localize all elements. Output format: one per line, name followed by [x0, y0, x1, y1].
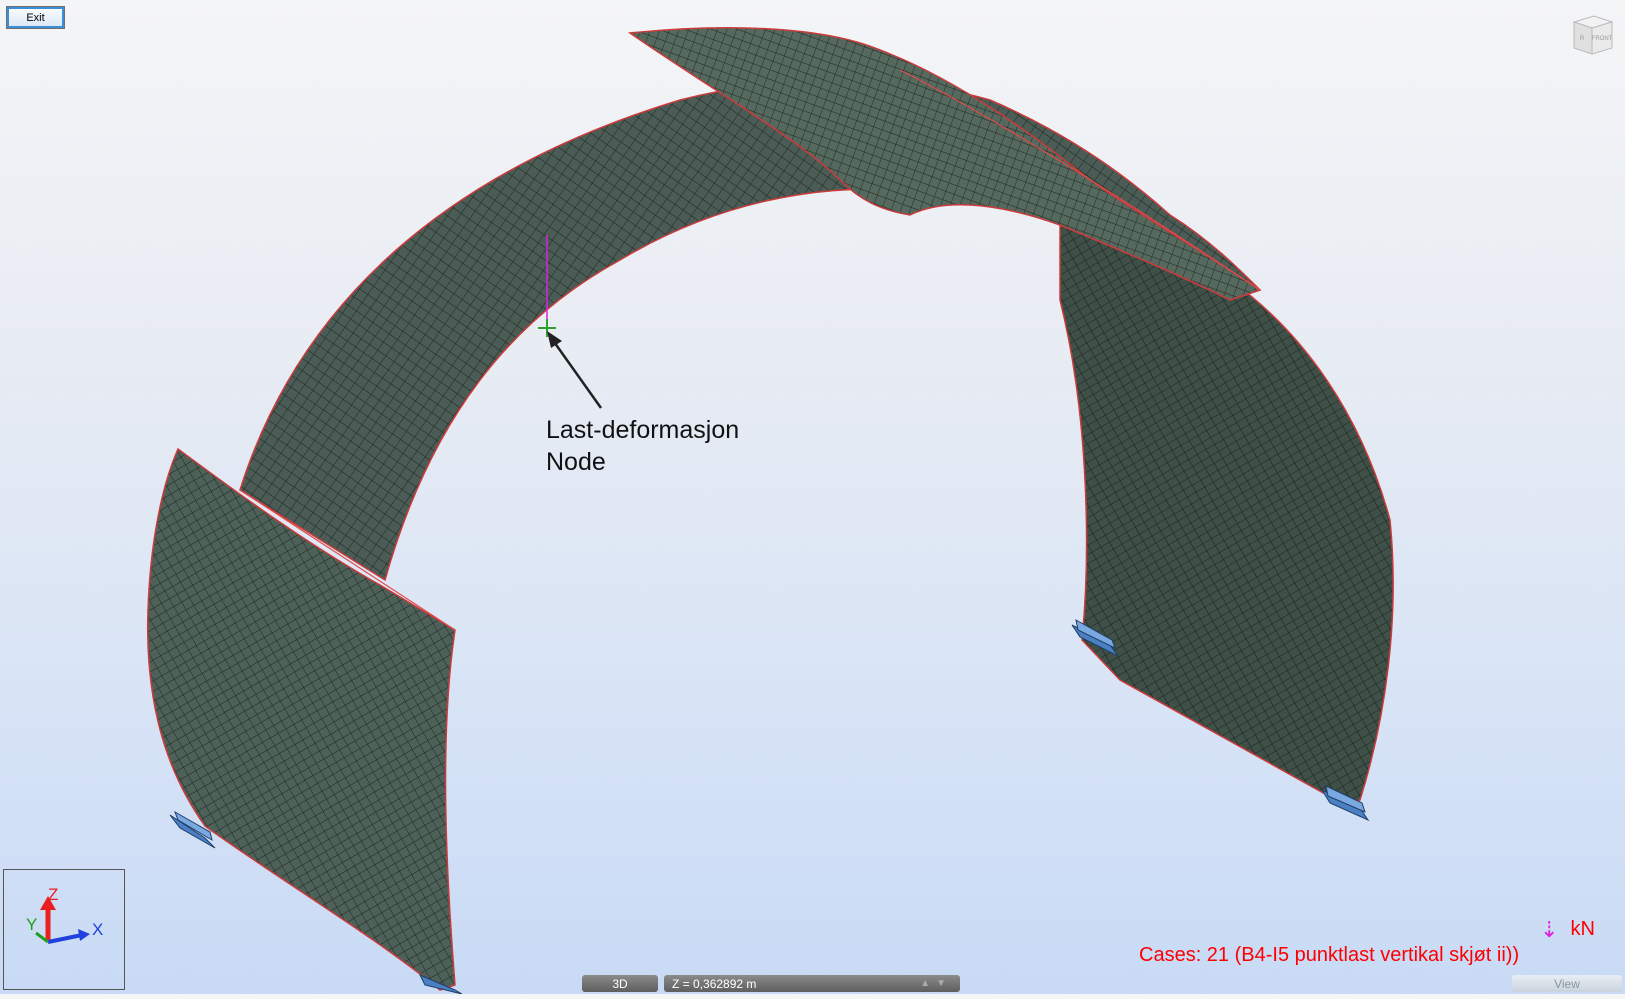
shell-right-wall — [1059, 208, 1394, 806]
z-level-spin-icon: ▲▼ — [920, 978, 952, 989]
annotation-arrow — [547, 331, 603, 409]
model-viewport[interactable]: Exit FRONT R Z Y X Last-deformasjon Node… — [0, 0, 1625, 995]
axis-x-label: X — [92, 920, 103, 939]
load-legend: ⇣ kN — [1540, 918, 1595, 941]
annotation-line1: Last-deformasjon — [546, 416, 740, 444]
view-tab[interactable]: View — [1512, 975, 1622, 992]
view-cube-front-label: FRONT — [1592, 36, 1613, 42]
view-cube[interactable]: FRONT R — [1568, 10, 1616, 58]
view-cube-side-label: R — [1580, 36, 1585, 42]
axis-triad-panel: Z Y X — [3, 869, 125, 990]
view-mode-tab[interactable]: 3D — [582, 975, 658, 992]
axis-z-label: Z — [48, 885, 58, 904]
exit-button[interactable]: Exit — [6, 6, 65, 29]
annotation-line2: Node — [546, 448, 606, 476]
z-level-value: Z = 0,362892 m — [672, 976, 757, 991]
load-arrow-icon: ⇣ — [1540, 916, 1559, 942]
annotation-label: Last-deformasjon Node — [546, 414, 739, 478]
axis-y-label: Y — [26, 915, 37, 934]
shell-model-svg — [146, 27, 1394, 995]
deformation-node-marker — [538, 319, 556, 337]
z-level-field[interactable]: Z = 0,362892 m ▲▼ — [664, 975, 960, 992]
cases-label: Cases: 21 (B4-I5 punktlast vertikal skjø… — [1139, 944, 1520, 966]
status-bar: 3D Z = 0,362892 m ▲▼ — [582, 975, 960, 992]
load-unit-label: kN — [1570, 918, 1595, 940]
axis-triad: Z Y X — [26, 885, 103, 944]
